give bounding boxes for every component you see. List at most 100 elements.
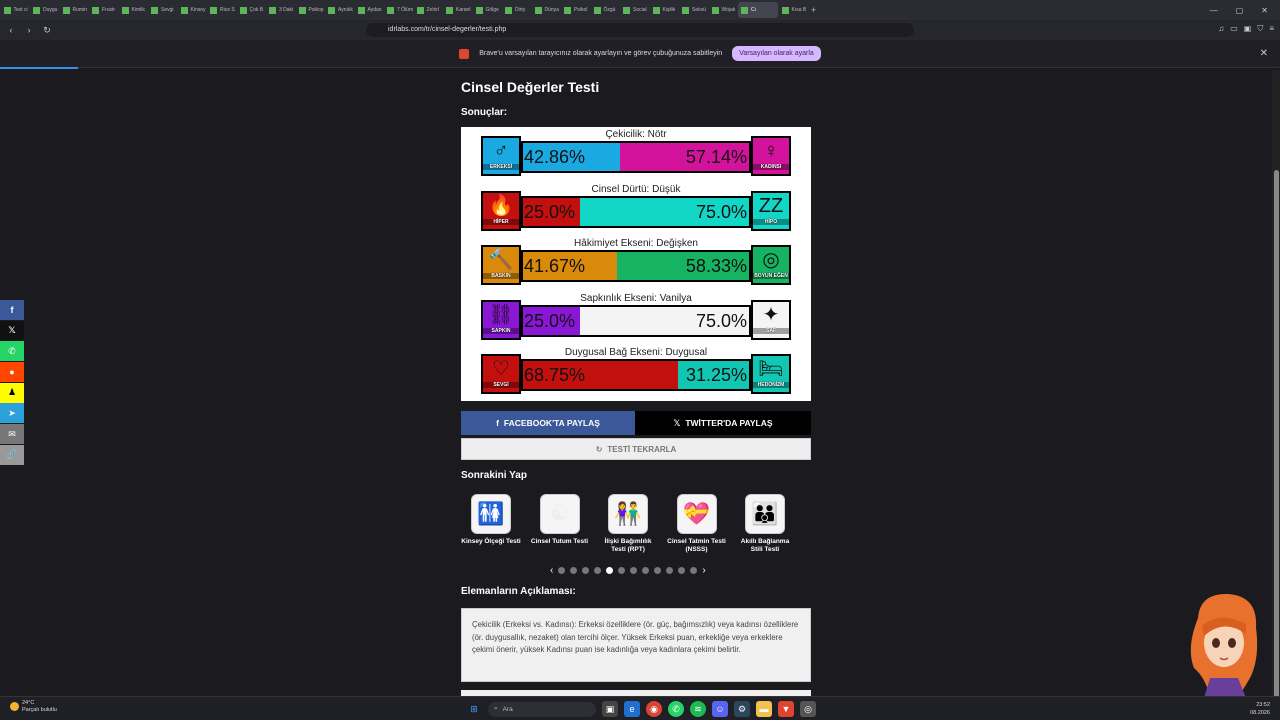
steam-icon[interactable]: ⚙ xyxy=(734,701,750,717)
clock[interactable]: 23:52 08.2026 xyxy=(1250,701,1270,717)
carousel-dot[interactable] xyxy=(666,566,674,574)
test-name: Kinsey Ölçeği Testi xyxy=(461,538,521,545)
reload-icon[interactable]: ↻ xyxy=(40,25,54,36)
browser-tab[interactable]: Psikop xyxy=(296,2,325,18)
scrollbar-thumb[interactable] xyxy=(1274,170,1279,710)
browser-tab[interactable]: 3 Daki xyxy=(266,2,295,18)
browser-tab[interactable]: Cı xyxy=(738,2,778,18)
next-test-card[interactable]: 💝 Cinsel Tatmin Testi (NSSS) xyxy=(667,494,727,554)
browser-tab[interactable]: Kinsey xyxy=(178,2,207,18)
browser-tab[interactable]: Sevgi xyxy=(148,2,177,18)
retake-button[interactable]: ↻ TESTİ TEKRARLA xyxy=(461,438,811,460)
browser-tab[interactable]: Karanl xyxy=(443,2,472,18)
chrome-icon[interactable]: ◉ xyxy=(646,701,662,717)
carousel-dot[interactable] xyxy=(618,566,626,574)
whatsapp-taskbar-icon[interactable]: ✆ xyxy=(668,701,684,717)
tab-label: Dirty xyxy=(515,7,526,13)
spotify-icon[interactable]: ≋ xyxy=(690,701,706,717)
task-view-icon[interactable]: ▣ xyxy=(602,701,618,717)
facebook-icon[interactable]: f xyxy=(0,300,24,320)
wallet-icon[interactable]: ▣ xyxy=(1244,24,1252,34)
browser-tab[interactable]: Çok B xyxy=(237,2,266,18)
description-text: Çekicilik (Erkeksi vs. Kadınsı): Erkeksi… xyxy=(472,620,799,655)
close-window-icon[interactable]: ✕ xyxy=(1261,6,1268,15)
link-icon[interactable]: 🔗 xyxy=(0,444,24,465)
browser-tab[interactable]: Social xyxy=(620,2,649,18)
set-default-button[interactable]: Varsayılan olarak ayarla xyxy=(732,46,821,61)
edge-icon[interactable]: e xyxy=(624,701,640,717)
browser-tab[interactable]: Rumin xyxy=(60,2,89,18)
next-tests-carousel: 🚻 Kinsey Ölçeği Testi ☯ Cinsel Tutum Testi 👫… xyxy=(461,494,811,562)
x-icon: 𝕏 xyxy=(673,417,681,428)
forward-icon[interactable]: › xyxy=(22,25,36,35)
next-test-card[interactable]: 👪 Akıllı Bağlanma Stili Testi xyxy=(735,494,795,554)
browser-tab[interactable]: Duygu xyxy=(30,2,59,18)
browser-tab[interactable]: Zehirl xyxy=(414,2,443,18)
carousel-dot[interactable] xyxy=(582,566,590,574)
minimize-icon[interactable]: — xyxy=(1210,6,1218,15)
carousel-dot[interactable] xyxy=(594,566,602,574)
left-pole-tag: SEVGİ xyxy=(483,382,519,388)
windows-start-icon[interactable]: ⊞ xyxy=(466,701,482,717)
menu-icon[interactable]: ≡ xyxy=(1269,24,1274,34)
right-pole-tag: HEDONİZM xyxy=(753,382,789,388)
maximize-icon[interactable]: ▢ xyxy=(1236,6,1244,15)
next-arrow-icon[interactable]: › xyxy=(702,565,705,576)
next-test-card[interactable]: A xyxy=(804,494,812,546)
carousel-dot[interactable] xyxy=(630,566,638,574)
discord-icon[interactable]: ☺ xyxy=(712,701,728,717)
close-icon[interactable]: ✕ xyxy=(1260,48,1268,59)
browser-tab[interactable]: 7 Ölüm xyxy=(384,2,413,18)
twitter-share-button[interactable]: 𝕏 TWİTTER'DA PAYLAŞ xyxy=(635,411,811,435)
carousel-dot[interactable] xyxy=(654,566,662,574)
folder-icon[interactable]: ▬ xyxy=(756,701,772,717)
next-test-card[interactable]: 👫 İlişki Bağımlılık Testi (RPT) xyxy=(598,494,658,554)
browser-tab[interactable]: Kişilik xyxy=(650,2,679,18)
url-field[interactable]: idrlabs.com/tr/cinsel-degerler/testi.php xyxy=(366,23,914,37)
browser-tab[interactable]: Rice S xyxy=(207,2,236,18)
whatsapp-icon[interactable]: ✆ xyxy=(0,341,24,362)
music-icon[interactable]: ♫ xyxy=(1218,24,1224,34)
shield-icon[interactable]: ⛉ xyxy=(1257,24,1263,34)
tab-favicon-icon xyxy=(652,6,660,14)
weather-widget[interactable]: 24°C Parçalı bulutlu xyxy=(10,700,57,714)
browser-tab[interactable]: Gölge xyxy=(473,2,502,18)
browser-tab[interactable]: Aydan xyxy=(355,2,384,18)
taskbar-search[interactable]: ⌕ Ara xyxy=(488,701,596,717)
x-icon[interactable]: 𝕏 xyxy=(0,320,24,341)
back-icon[interactable]: ‹ xyxy=(4,25,18,35)
scrollbar[interactable] xyxy=(1272,70,1280,710)
carousel-dot[interactable] xyxy=(690,566,698,574)
browser-tab[interactable]: Wojak xyxy=(709,2,738,18)
tab-favicon-icon xyxy=(416,6,424,14)
tab-label: Frustr xyxy=(102,7,116,13)
browser-tab[interactable]: Özgü xyxy=(591,2,620,18)
telegram-icon[interactable]: ➤ xyxy=(0,403,24,424)
browser-tab[interactable]: Seksü xyxy=(679,2,708,18)
browser-tab[interactable]: Psikol xyxy=(561,2,590,18)
left-pole-tag: ERKEKSİ xyxy=(483,164,519,170)
browser-tab[interactable]: Frustr xyxy=(89,2,118,18)
sidebar-icon[interactable]: ▭ xyxy=(1230,24,1238,34)
new-tab-icon[interactable]: + xyxy=(808,2,837,18)
carousel-dot[interactable] xyxy=(642,566,650,574)
browser-tab[interactable]: Dirty xyxy=(502,2,531,18)
brave-taskbar-icon[interactable]: ▼ xyxy=(778,701,794,717)
carousel-dot[interactable] xyxy=(678,566,686,574)
prev-arrow-icon[interactable]: ‹ xyxy=(550,565,553,576)
browser-tab[interactable]: Aynılık xyxy=(325,2,354,18)
browser-tab[interactable]: Dünya xyxy=(532,2,561,18)
reddit-icon[interactable]: ● xyxy=(0,362,24,383)
app-icon[interactable]: ◎ xyxy=(800,701,816,717)
carousel-dot[interactable] xyxy=(570,566,578,574)
snapchat-icon[interactable]: ♟ xyxy=(0,382,24,403)
browser-tab[interactable]: Kısa B xyxy=(779,2,808,18)
carousel-dot[interactable] xyxy=(606,566,614,574)
next-test-card[interactable]: ☯ Cinsel Tutum Testi xyxy=(530,494,590,546)
browser-tab[interactable]: Kimlik xyxy=(119,2,148,18)
email-icon[interactable]: ✉ xyxy=(0,424,24,445)
browser-tab[interactable]: Test ci xyxy=(1,2,30,18)
carousel-dot[interactable] xyxy=(558,566,566,574)
facebook-share-button[interactable]: f FACEBOOK'TA PAYLAŞ xyxy=(461,411,635,435)
next-test-card[interactable]: 🚻 Kinsey Ölçeği Testi xyxy=(461,494,521,546)
